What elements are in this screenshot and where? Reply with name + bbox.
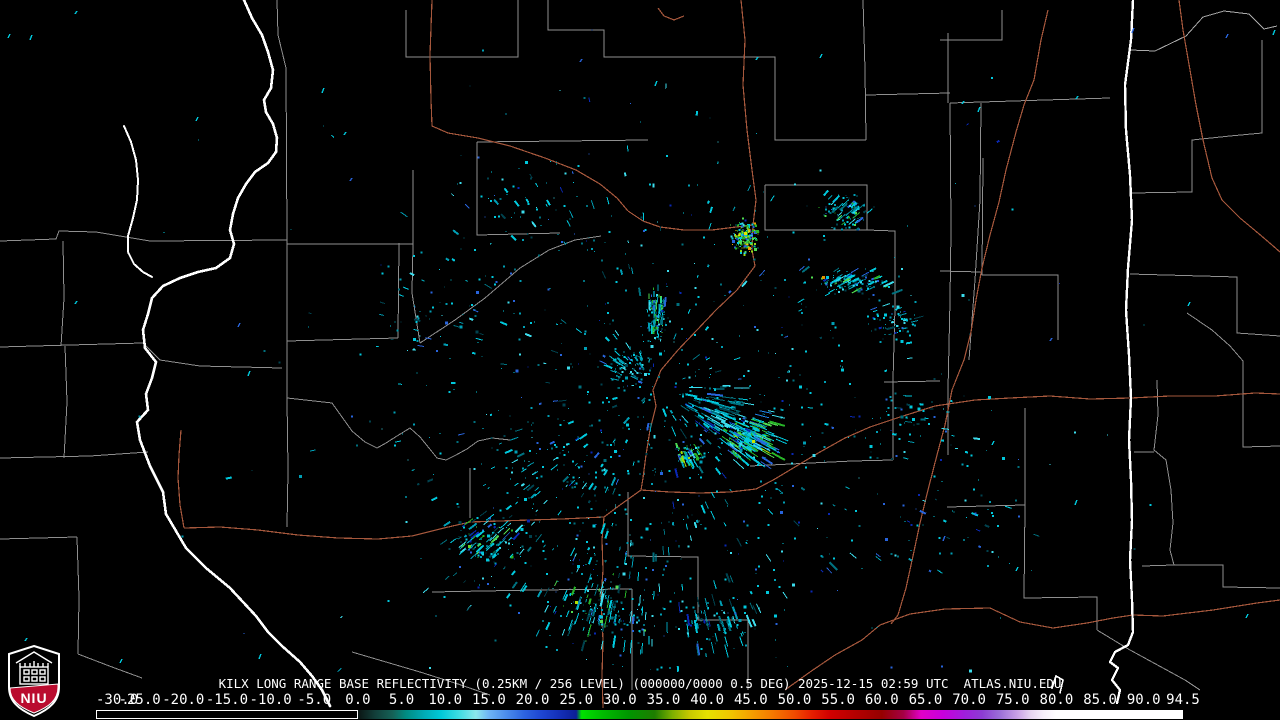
scale-tick-label: 25.0 bbox=[559, 693, 593, 708]
scale-tick-label: 45.0 bbox=[734, 693, 768, 708]
colorbar-negative-segment bbox=[96, 710, 358, 719]
scale-tick-label: 30.0 bbox=[603, 693, 637, 708]
scale-tick-label: -15.0 bbox=[206, 693, 248, 708]
scale-tick-label: -25.0 bbox=[119, 693, 161, 708]
scale-tick-label: 35.0 bbox=[647, 693, 681, 708]
scale-tick-label: 90.0 bbox=[1127, 693, 1161, 708]
radar-screen: KILX LONG RANGE BASE REFLECTIVITY (0.25K… bbox=[0, 0, 1280, 720]
colorbar-gradient-segment bbox=[358, 710, 1183, 719]
scale-tick-label: 60.0 bbox=[865, 693, 899, 708]
scale-tick-label: 65.0 bbox=[909, 693, 943, 708]
scale-tick-label: 10.0 bbox=[428, 693, 462, 708]
scale-tick-label: 80.0 bbox=[1040, 693, 1074, 708]
scale-tick-label: 94.5 bbox=[1166, 693, 1200, 708]
scale-tick-label: 85.0 bbox=[1083, 693, 1117, 708]
colorbar bbox=[96, 710, 1183, 719]
scale-tick-label: 55.0 bbox=[821, 693, 855, 708]
colorbar-labels: -30.0-25.0-20.0-15.0-10.0-5.00.05.010.01… bbox=[0, 693, 1280, 708]
scale-tick-label: 0.0 bbox=[345, 693, 370, 708]
scale-tick-label: 40.0 bbox=[690, 693, 724, 708]
scale-tick-label: 70.0 bbox=[952, 693, 986, 708]
scale-tick-label: -20.0 bbox=[162, 693, 204, 708]
scale-tick-label: 15.0 bbox=[472, 693, 506, 708]
scale-tick-label: 75.0 bbox=[996, 693, 1030, 708]
niu-logo: NIU bbox=[6, 645, 62, 717]
niu-logo-text: NIU bbox=[20, 690, 47, 706]
scale-tick-label: -10.0 bbox=[250, 693, 292, 708]
scale-tick-label: 5.0 bbox=[389, 693, 414, 708]
product-caption: KILX LONG RANGE BASE REFLECTIVITY (0.25K… bbox=[0, 677, 1280, 691]
scale-tick-label: -5.0 bbox=[297, 693, 331, 708]
scale-tick-label: 50.0 bbox=[778, 693, 812, 708]
radar-map bbox=[0, 0, 1280, 720]
scale-tick-label: 20.0 bbox=[516, 693, 550, 708]
